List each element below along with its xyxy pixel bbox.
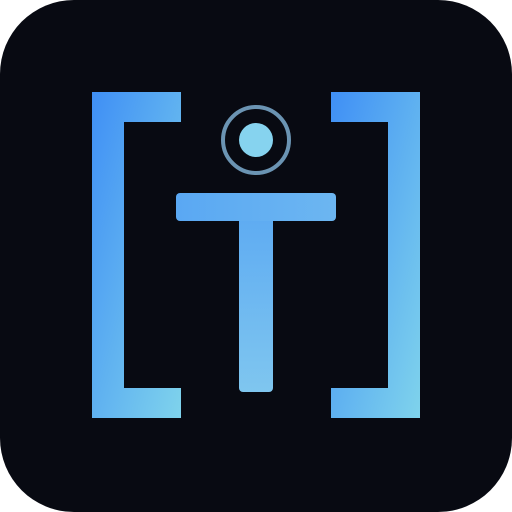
- person-crossbar-icon: [176, 193, 336, 221]
- head-dot-icon: [239, 123, 273, 157]
- app-icon-graphic: [0, 0, 512, 512]
- app-icon: [0, 0, 512, 512]
- person-stem-icon: [239, 194, 273, 392]
